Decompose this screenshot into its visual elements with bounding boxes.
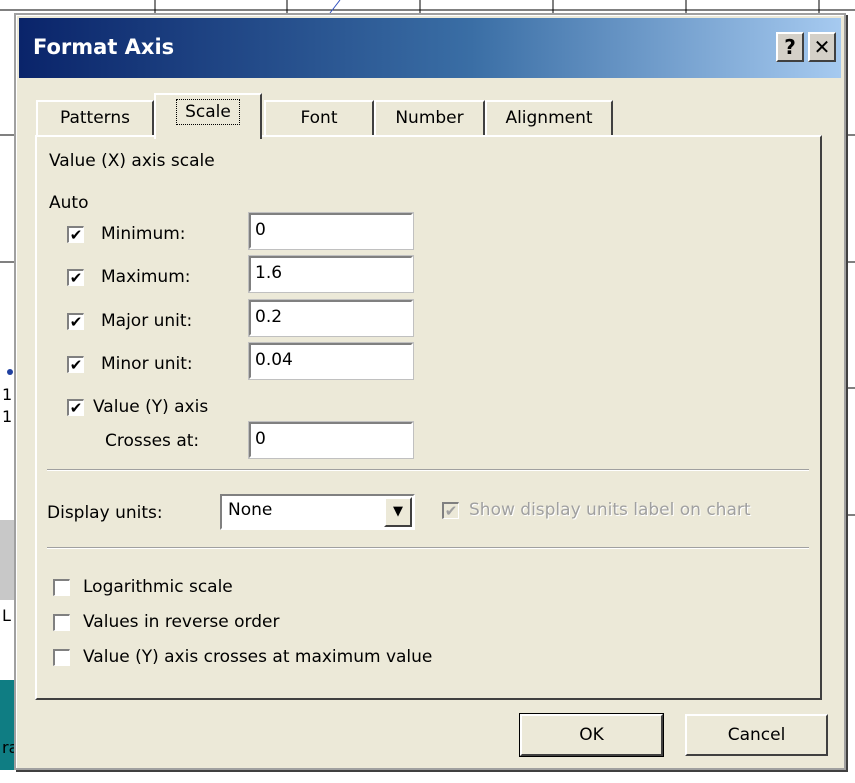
separator xyxy=(47,547,809,549)
major-unit-auto-checkbox[interactable]: ✔ xyxy=(67,313,84,330)
maximum-auto-checkbox[interactable]: ✔ xyxy=(67,269,84,286)
dialog-title: Format Axis xyxy=(33,35,175,59)
background-fragment: L xyxy=(2,606,11,625)
display-units-select[interactable]: None ▼ xyxy=(220,494,415,530)
reverse-order-label: Values in reverse order xyxy=(83,612,280,632)
reverse-order-checkbox[interactable] xyxy=(53,614,70,631)
crosses-at-label: Crosses at: xyxy=(105,431,200,451)
value-axis-label: Value (Y) axis xyxy=(93,397,209,417)
show-units-label-checkbox[interactable]: ✔ xyxy=(442,502,459,519)
tab-scale[interactable]: Scale xyxy=(154,93,262,139)
tab-label: Number xyxy=(395,108,464,128)
background-fragment: 1 xyxy=(2,407,13,426)
background-gray-block xyxy=(0,520,14,600)
value-axis-auto-checkbox[interactable]: ✔ xyxy=(67,399,84,416)
minimum-label: Minimum: xyxy=(101,224,186,244)
show-units-label-text: Show display units label on chart xyxy=(469,500,751,520)
logarithmic-scale-checkbox[interactable] xyxy=(53,579,70,596)
dropdown-arrow-icon[interactable]: ▼ xyxy=(384,497,412,527)
minor-unit-input[interactable]: 0.04 xyxy=(248,342,414,380)
tab-font[interactable]: Font xyxy=(264,100,374,136)
minimum-input[interactable]: 0 xyxy=(248,212,414,250)
tab-label: Alignment xyxy=(505,108,593,128)
maximum-input[interactable]: 1.6 xyxy=(248,255,414,293)
auto-label: Auto xyxy=(49,193,89,213)
format-axis-dialog: Format Axis ? ✕ Patterns Scale Font Numb… xyxy=(14,13,846,770)
dialog-titlebar[interactable]: Format Axis ? ✕ xyxy=(19,18,841,78)
tab-label: Scale xyxy=(176,99,240,125)
tab-alignment[interactable]: Alignment xyxy=(485,100,613,136)
cancel-button[interactable]: Cancel xyxy=(685,714,828,756)
crosses-at-input[interactable]: 0 xyxy=(248,421,414,459)
close-button[interactable]: ✕ xyxy=(808,32,836,62)
background-fragment: 1 xyxy=(2,385,13,404)
section-title: Value (X) axis scale xyxy=(49,151,215,171)
display-units-label: Display units: xyxy=(47,503,163,523)
major-unit-input[interactable]: 0.2 xyxy=(248,299,414,337)
minor-unit-label: Minor unit: xyxy=(101,354,193,374)
crosses-at-max-checkbox[interactable] xyxy=(53,649,70,666)
scale-panel: Value (X) axis scale Auto ✔ Minimum: 0 ✔… xyxy=(35,135,822,700)
major-unit-label: Major unit: xyxy=(101,311,193,331)
separator xyxy=(47,469,809,471)
logarithmic-scale-label: Logarithmic scale xyxy=(83,577,233,597)
minimum-auto-checkbox[interactable]: ✔ xyxy=(67,226,84,243)
display-units-value: None xyxy=(228,500,273,520)
tab-number[interactable]: Number xyxy=(374,100,485,136)
ok-button[interactable]: OK xyxy=(519,713,664,757)
maximum-label: Maximum: xyxy=(101,267,191,287)
tab-label: Patterns xyxy=(59,108,131,128)
tab-label: Font xyxy=(300,108,338,128)
tab-patterns[interactable]: Patterns xyxy=(36,100,154,136)
crosses-at-max-label: Value (Y) axis crosses at maximum value xyxy=(83,647,433,667)
minor-unit-auto-checkbox[interactable]: ✔ xyxy=(67,356,84,373)
help-button[interactable]: ? xyxy=(776,32,804,62)
